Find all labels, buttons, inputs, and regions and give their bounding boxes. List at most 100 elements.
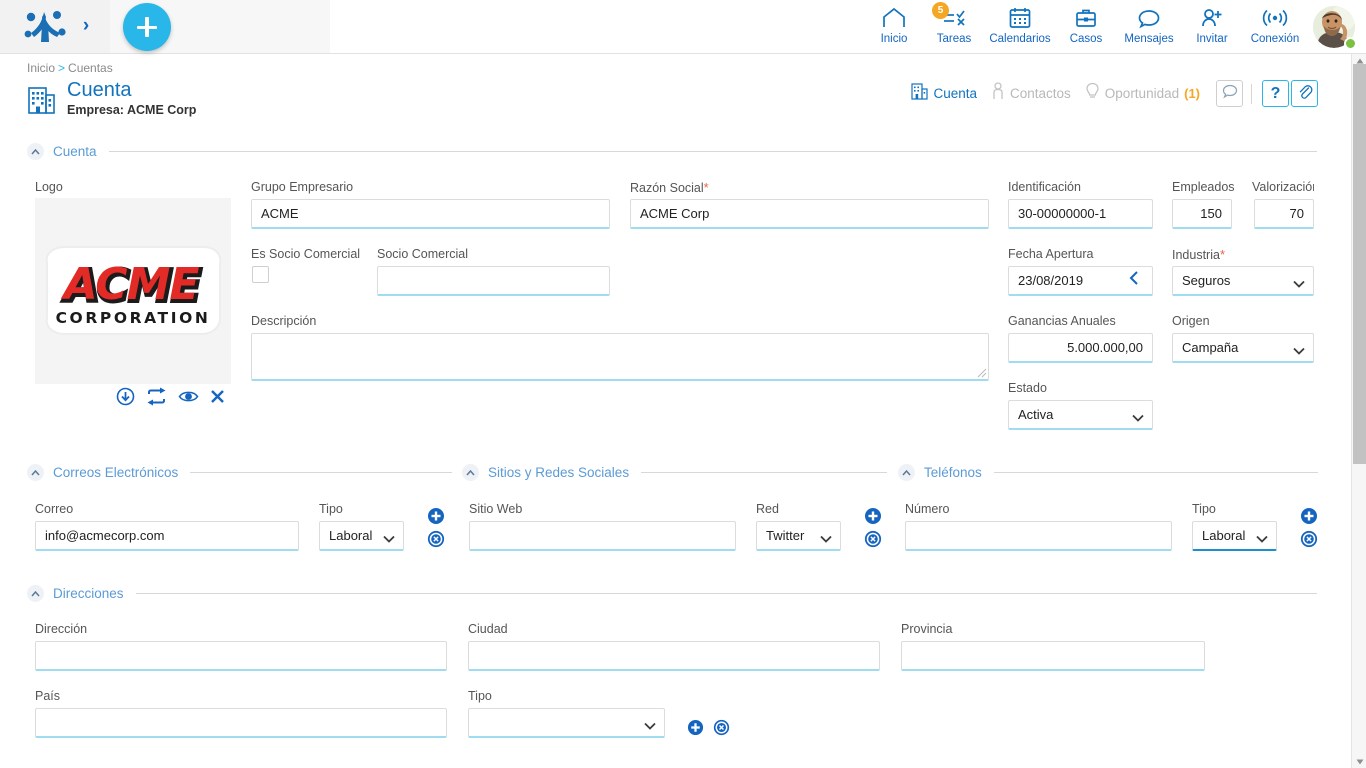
origen-label: Origen — [1172, 314, 1210, 328]
attachment-button[interactable] — [1291, 80, 1318, 107]
razon-social-input[interactable] — [630, 199, 989, 229]
pais-input[interactable] — [35, 708, 447, 738]
correo-tipo-select[interactable]: Laboral — [319, 521, 404, 551]
red-select[interactable]: Twitter — [756, 521, 841, 551]
nav-item-inicio[interactable]: Inicio — [864, 2, 924, 52]
industria-select-wrap: Seguros — [1172, 266, 1314, 296]
nav-label: Tareas — [936, 32, 972, 45]
tab-count: (1) — [1184, 86, 1200, 101]
breadcrumb-home[interactable]: Inicio — [27, 61, 55, 75]
remove-direccion-icon[interactable] — [713, 719, 730, 741]
collapse-toggle-icon[interactable] — [27, 143, 44, 160]
section-header-sitios[interactable]: Sitios y Redes Sociales — [462, 464, 887, 481]
tab-label: Contactos — [1010, 86, 1071, 101]
section-header-telefonos[interactable]: Teléfonos — [898, 464, 1318, 481]
direccion-tipo-select-wrap — [468, 708, 665, 738]
ganancias-anuales-input[interactable] — [1008, 333, 1153, 363]
collapse-toggle-icon[interactable] — [462, 464, 479, 481]
breadcrumb: Inicio > Cuentas — [27, 61, 113, 75]
vertical-scrollbar[interactable] — [1351, 54, 1366, 768]
direccion-tipo-select[interactable] — [468, 708, 665, 738]
origen-select[interactable]: Campaña — [1172, 333, 1314, 363]
telefono-row-actions — [1300, 507, 1318, 553]
correo-input[interactable] — [35, 521, 299, 551]
socio-comercial-label: Socio Comercial — [377, 247, 469, 261]
grupo-empresario-input[interactable] — [251, 199, 610, 229]
nav-item-mensajes[interactable]: Mensajes — [1116, 2, 1182, 52]
section-header-correos[interactable]: Correos Electrónicos — [27, 464, 452, 481]
add-correo-icon[interactable] — [427, 507, 445, 530]
add-direccion-icon[interactable] — [687, 719, 704, 741]
direccion-tipo-label: Tipo — [468, 689, 492, 703]
comment-button[interactable] — [1216, 80, 1243, 107]
section-header-direcciones[interactable]: Direcciones — [27, 585, 1317, 602]
section-rule — [641, 472, 887, 473]
telefono-tipo-select[interactable]: Laboral — [1192, 521, 1277, 551]
avatar[interactable] — [1308, 2, 1360, 52]
direccion-input[interactable] — [35, 641, 447, 671]
tab-cuenta[interactable]: Cuenta — [911, 82, 977, 105]
section-header-cuenta[interactable]: Cuenta — [27, 143, 1317, 160]
building-icon — [27, 83, 57, 115]
remove-sitio-icon[interactable] — [864, 530, 882, 553]
tab-label: Oportunidad — [1104, 86, 1180, 101]
descripcion-textarea[interactable] — [251, 333, 989, 381]
numero-input[interactable] — [905, 521, 1172, 551]
estado-select[interactable]: Activa — [1008, 400, 1153, 430]
delete-logo-icon[interactable] — [210, 389, 225, 404]
nav-label: Conexión — [1250, 32, 1300, 45]
estado-label: Estado — [1008, 381, 1047, 395]
sitio-web-input[interactable] — [469, 521, 736, 551]
nav-item-calendarios[interactable]: Calendarios — [984, 2, 1056, 52]
breadcrumb-separator: > — [58, 61, 66, 75]
socio-comercial-input[interactable] — [377, 266, 610, 296]
empleados-input[interactable] — [1172, 199, 1232, 229]
preview-logo-icon[interactable] — [178, 388, 199, 405]
descripcion-label: Descripción — [251, 314, 317, 328]
svg-text:CORPORATION: CORPORATION — [55, 309, 210, 327]
razon-social-label: Razón Social* — [630, 180, 709, 195]
add-new-button[interactable] — [123, 3, 171, 51]
top-navigation: Inicio 5 Tareas Calendarios Casos Mensaj… — [864, 0, 1360, 53]
tab-oportunidad[interactable]: Oportunidad (1) — [1085, 82, 1200, 105]
scroll-down-arrow-icon[interactable] — [1352, 755, 1366, 768]
remove-correo-icon[interactable] — [427, 530, 445, 553]
nav-item-conexion[interactable]: Conexión — [1242, 2, 1308, 52]
page-subtitle: Empresa: ACME Corp — [67, 103, 197, 117]
logo-actions — [35, 384, 231, 408]
valorizacion-input[interactable] — [1254, 199, 1314, 229]
identificacion-input[interactable] — [1008, 199, 1153, 229]
scrollbar-thumb[interactable] — [1353, 64, 1366, 464]
valorizacion-label: Valorización — [1252, 180, 1314, 194]
sitio-web-label: Sitio Web — [469, 502, 523, 516]
nav-expand-chevron[interactable]: › — [74, 14, 98, 38]
nav-item-tareas[interactable]: 5 Tareas — [924, 1, 984, 52]
telefono-tipo-label: Tipo — [1192, 502, 1216, 516]
tab-contactos[interactable]: Contactos — [991, 82, 1071, 105]
nav-label: Calendarios — [989, 32, 1051, 45]
replace-logo-icon[interactable] — [146, 387, 167, 406]
breadcrumb-current[interactable]: Cuentas — [68, 61, 113, 75]
add-sitio-icon[interactable] — [864, 507, 882, 530]
remove-telefono-icon[interactable] — [1300, 530, 1318, 553]
help-button[interactable]: ? — [1262, 80, 1289, 107]
crown-plant-logo[interactable] — [22, 8, 68, 46]
es-socio-comercial-checkbox[interactable] — [252, 266, 269, 283]
provincia-input[interactable] — [901, 641, 1205, 671]
industria-select[interactable]: Seguros — [1172, 266, 1314, 296]
chevron-left-icon[interactable] — [1128, 270, 1140, 291]
es-socio-comercial-label: Es Socio Comercial — [251, 247, 361, 261]
direccion-label: Dirección — [35, 622, 88, 636]
nav-item-casos[interactable]: Casos — [1056, 2, 1116, 52]
collapse-toggle-icon[interactable] — [27, 585, 44, 602]
empleados-label: Empleados — [1172, 180, 1235, 194]
ciudad-input[interactable] — [468, 641, 880, 671]
add-telefono-icon[interactable] — [1300, 507, 1318, 530]
collapse-toggle-icon[interactable] — [898, 464, 915, 481]
collapse-toggle-icon[interactable] — [27, 464, 44, 481]
section-title: Direcciones — [53, 586, 124, 601]
nav-item-invitar[interactable]: Invitar — [1182, 2, 1242, 52]
red-select-wrap: Twitter — [756, 521, 841, 551]
download-logo-icon[interactable] — [116, 387, 135, 406]
acme-corporation-logo: ACME ACME CORPORATION — [45, 245, 221, 335]
